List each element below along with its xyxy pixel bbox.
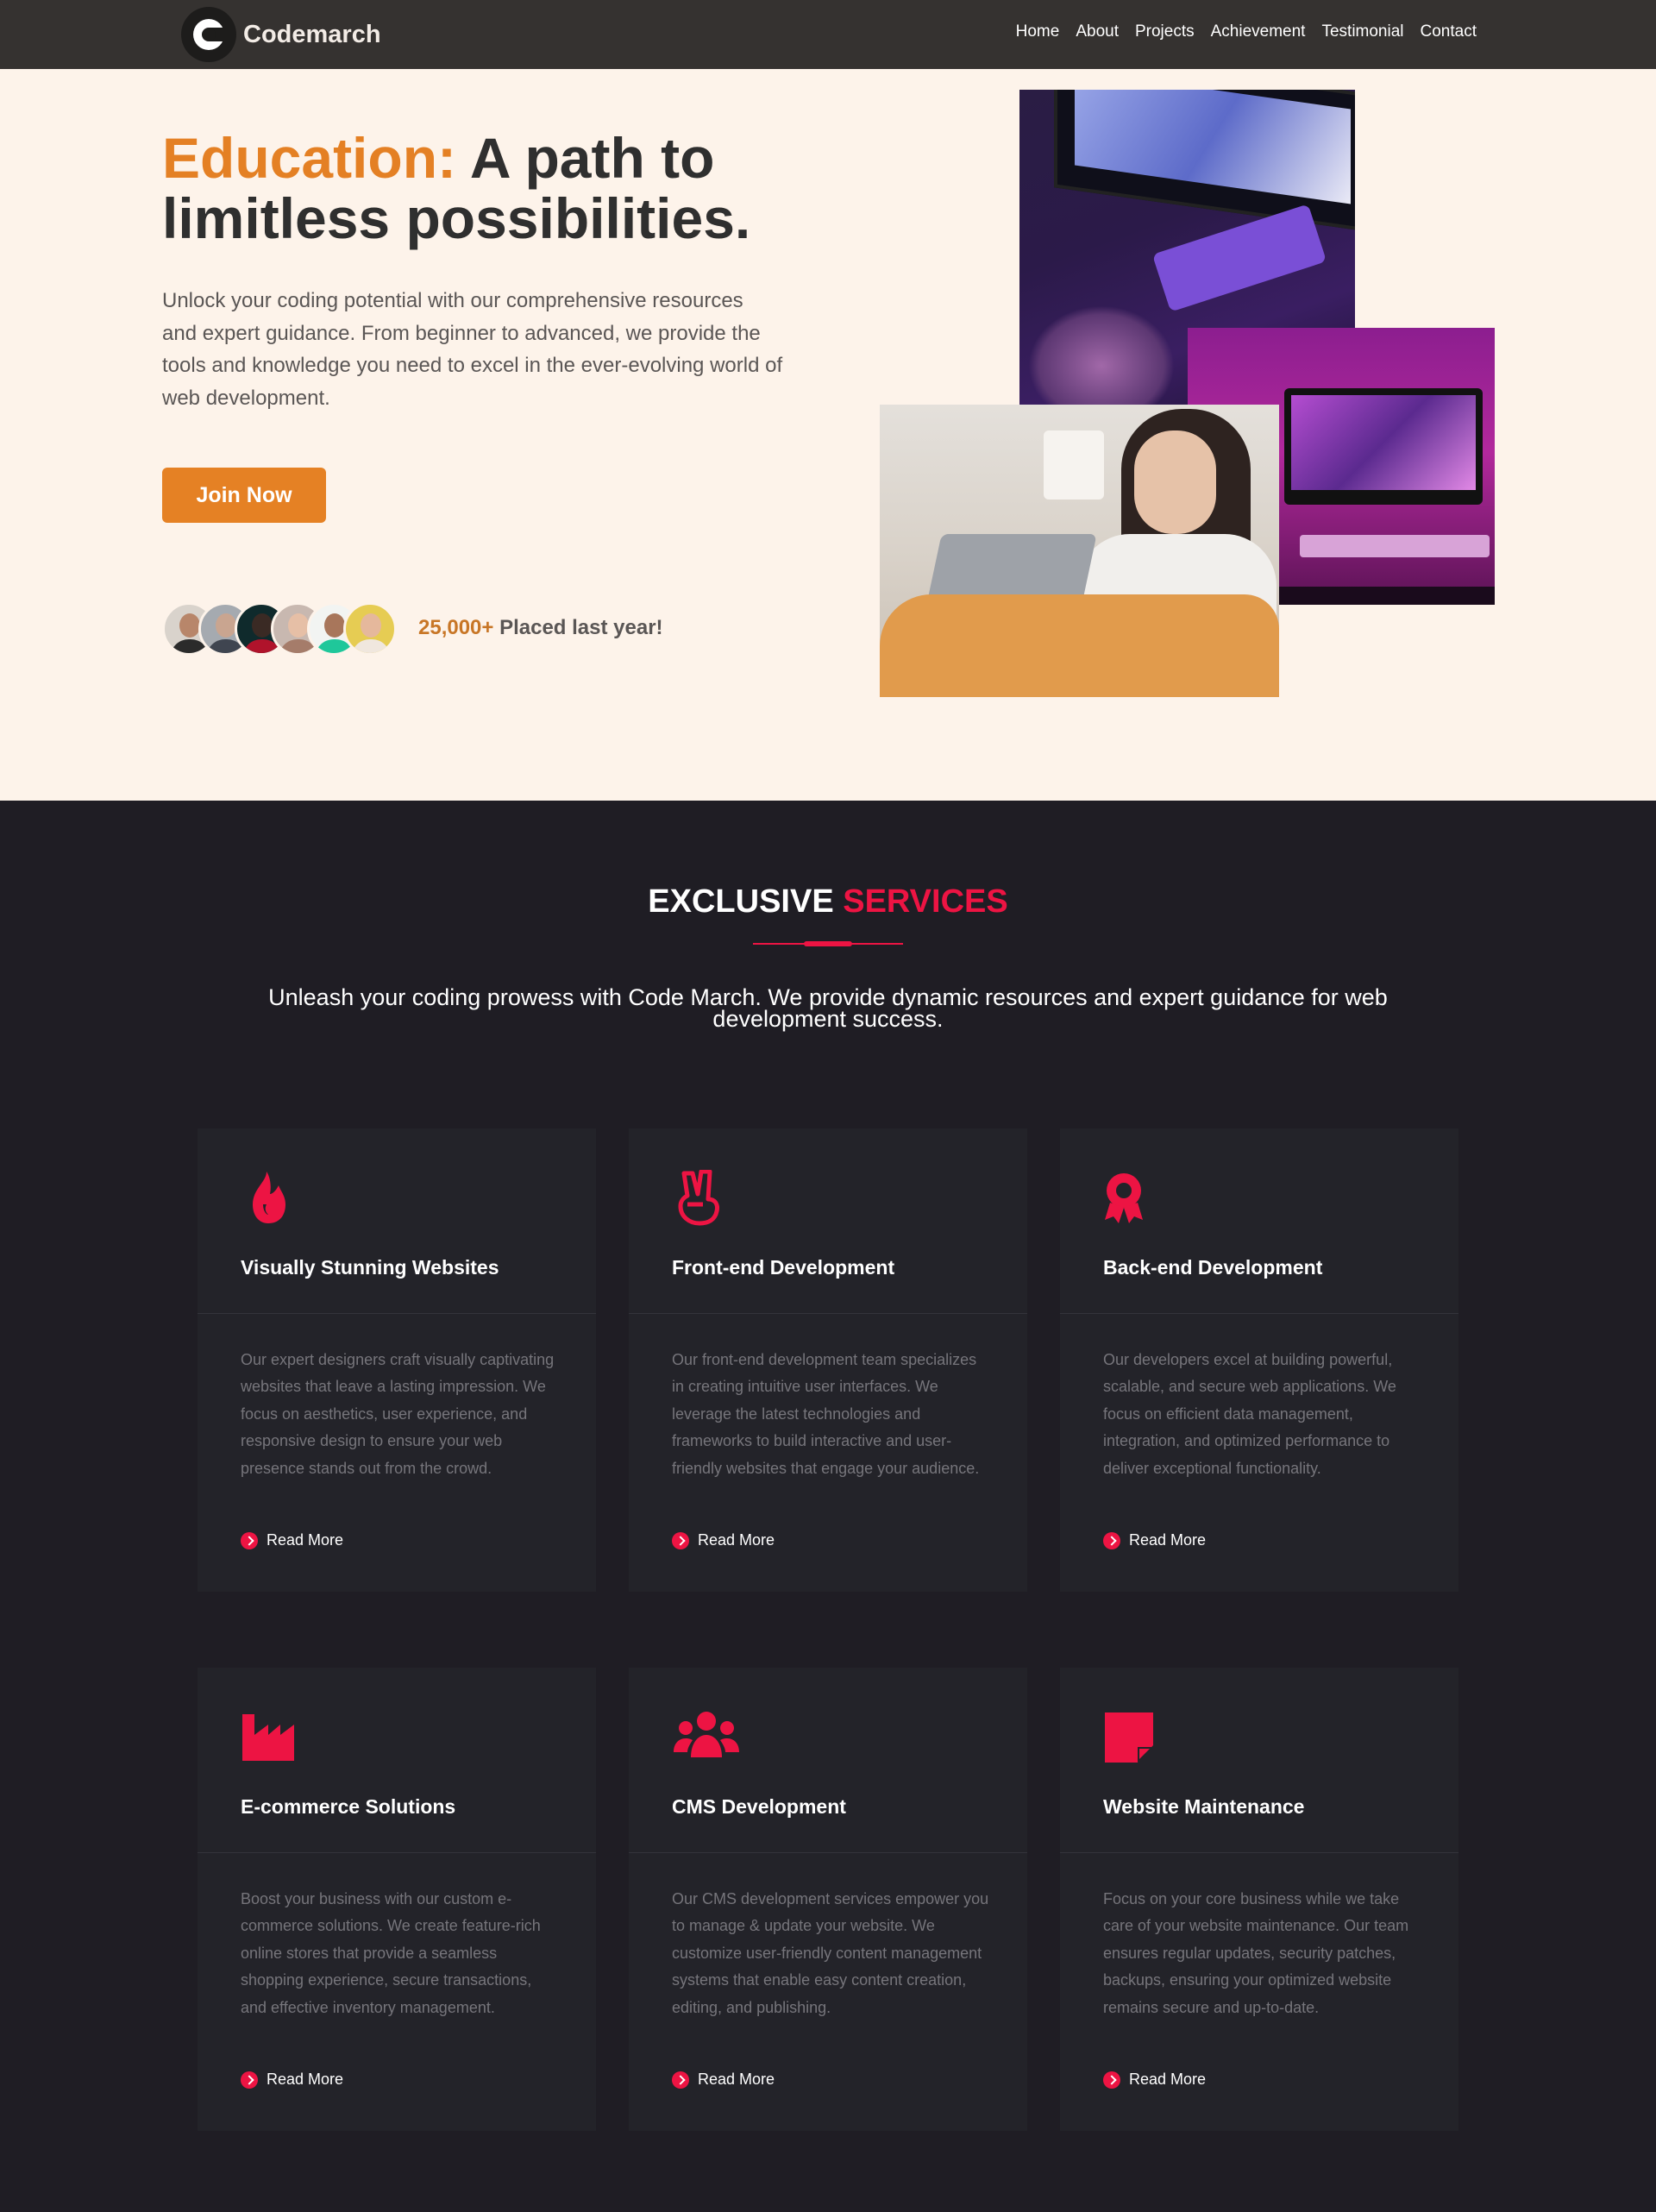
arrow-circle-icon: [672, 2071, 689, 2089]
read-more-link[interactable]: Read More: [672, 1531, 775, 1549]
brand-name: Codemarch: [243, 20, 381, 48]
nav-link-contact[interactable]: Contact: [1421, 22, 1477, 41]
read-more-link[interactable]: Read More: [241, 1531, 343, 1549]
service-title: E-commerce Solutions: [241, 1795, 456, 1818]
nav-link-home[interactable]: Home: [1016, 22, 1060, 41]
card-divider: [1060, 1852, 1458, 1853]
hero-section: Education: A path to limitless possibili…: [0, 69, 1656, 801]
fire-icon: [253, 1172, 285, 1223]
placed-stat: 25,000+ Placed last year!: [418, 616, 663, 640]
services-subtitle: Unleash your coding prowess with Code Ma…: [268, 984, 1388, 1032]
arrow-circle-icon: [1103, 1531, 1120, 1549]
read-more-link[interactable]: Read More: [1103, 1531, 1206, 1549]
join-now-button[interactable]: Join Now: [162, 468, 326, 523]
hero-title-accent: Education:: [162, 126, 456, 190]
service-description: Our developers excel at building powerfu…: [1103, 1351, 1396, 1477]
card-divider: [629, 1852, 1027, 1853]
service-description: Our CMS development services empower you…: [672, 1890, 989, 2016]
brand-logo[interactable]: Codemarch: [181, 7, 381, 62]
arrow-circle-icon: [241, 1531, 258, 1549]
services-title-white: EXCLUSIVE: [648, 883, 844, 920]
service-description: Boost your business with our custom e-co…: [241, 1890, 541, 2016]
users-icon: [674, 1712, 739, 1757]
read-more-label: Read More: [267, 2071, 344, 2088]
nav-link-projects[interactable]: Projects: [1135, 22, 1195, 41]
peace-hand-icon: [678, 1170, 719, 1226]
sticky-note-icon: [1105, 1712, 1153, 1763]
student-avatars: [162, 602, 404, 656]
read-more-label: Read More: [1129, 1531, 1207, 1549]
service-card: Website Maintenance Focus on your core b…: [1060, 1668, 1458, 2131]
hero-title: Education: A path to limitless possibili…: [162, 128, 818, 248]
services-section: EXCLUSIVE SERVICES Unleash your coding p…: [0, 801, 1656, 2212]
services-title: EXCLUSIVE SERVICES: [0, 883, 1656, 921]
card-divider: [629, 1313, 1027, 1314]
nav-link-achievement[interactable]: Achievement: [1211, 22, 1306, 41]
placed-count: 25,000+: [418, 616, 494, 639]
read-more-label: Read More: [698, 2071, 775, 2088]
logo-c-icon: [181, 7, 236, 62]
top-navbar: Codemarch Home About Projects Achievemen…: [0, 0, 1656, 69]
service-title: CMS Development: [672, 1795, 846, 1818]
nav-link-about[interactable]: About: [1076, 22, 1119, 41]
card-divider: [198, 1852, 596, 1853]
read-more-link[interactable]: Read More: [1103, 2071, 1206, 2089]
read-more-label: Read More: [698, 1531, 775, 1549]
service-description: Our front-end development team specializ…: [672, 1351, 980, 1477]
service-card: CMS Development Our CMS development serv…: [629, 1668, 1027, 2131]
woman-laptop-photo: [880, 405, 1279, 697]
service-card: Visually Stunning Websites Our expert de…: [198, 1128, 596, 1592]
read-more-label: Read More: [267, 1531, 344, 1549]
service-description: Our expert designers craft visually capt…: [241, 1351, 555, 1477]
service-title: Website Maintenance: [1103, 1795, 1305, 1818]
service-title: Visually Stunning Websites: [241, 1256, 499, 1279]
service-title: Back-end Development: [1103, 1256, 1323, 1279]
service-card: E-commerce Solutions Boost your business…: [198, 1668, 596, 2131]
service-description: Focus on your core business while we tak…: [1103, 1890, 1409, 2016]
services-title-accent: SERVICES: [843, 883, 1008, 920]
service-card: Front-end Development Our front-end deve…: [629, 1128, 1027, 1592]
title-underline-accent: [804, 941, 852, 946]
nav-menu: Home About Projects Achievement Testimon…: [1000, 22, 1477, 41]
factory-icon: [242, 1714, 294, 1761]
read-more-link[interactable]: Read More: [241, 2071, 343, 2089]
placed-text: Placed last year!: [493, 616, 663, 639]
card-divider: [1060, 1313, 1458, 1314]
award-ribbon-icon: [1105, 1173, 1143, 1223]
nav-link-testimonial[interactable]: Testimonial: [1321, 22, 1403, 41]
arrow-circle-icon: [672, 1531, 689, 1549]
avatar: [343, 602, 397, 656]
arrow-circle-icon: [1103, 2071, 1120, 2089]
arrow-circle-icon: [241, 2071, 258, 2089]
read-more-label: Read More: [1129, 2071, 1207, 2088]
service-title: Front-end Development: [672, 1256, 895, 1279]
read-more-link[interactable]: Read More: [672, 2071, 775, 2089]
hero-lead: Unlock your coding potential with our co…: [162, 289, 783, 410]
service-card: Back-end Development Our developers exce…: [1060, 1128, 1458, 1592]
card-divider: [198, 1313, 596, 1314]
